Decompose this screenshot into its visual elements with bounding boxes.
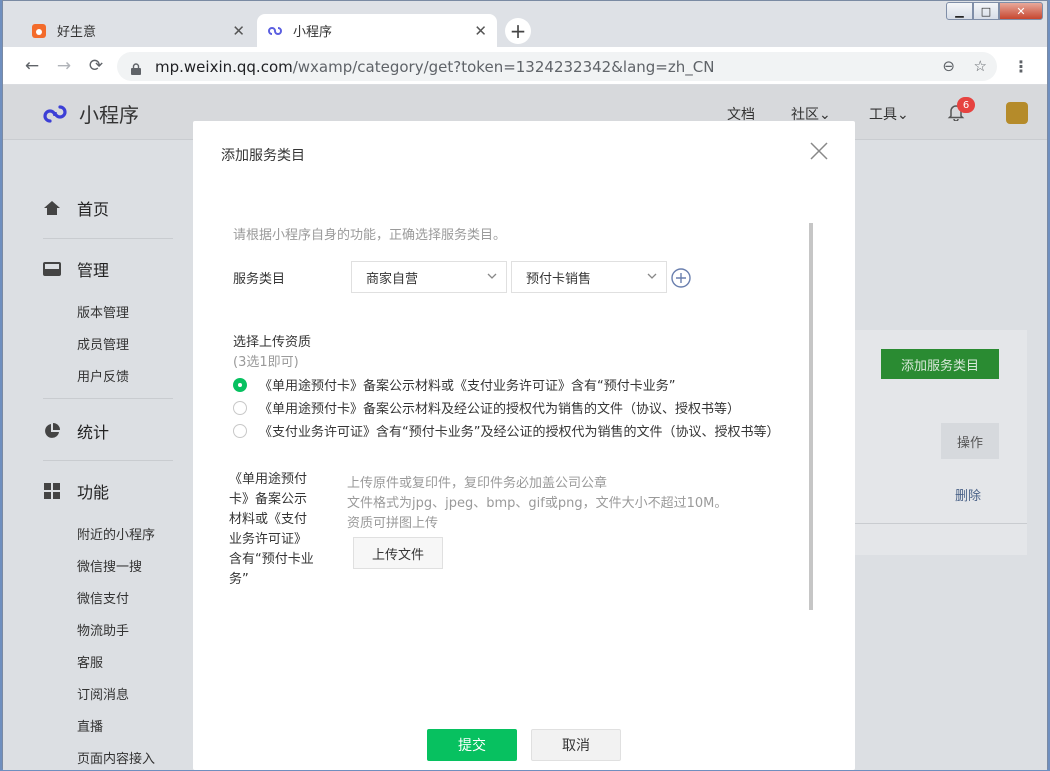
address-bar[interactable]: mp.weixin.qq.com/wxamp/category/get?toke… [117, 52, 997, 81]
window-controls: ▁ □ ✕ [946, 2, 1043, 20]
select-value: 预付卡销售 [526, 271, 592, 287]
sidebar-item-pay[interactable]: 微信支付 [77, 588, 129, 607]
sidebar-item-members[interactable]: 成员管理 [77, 334, 129, 353]
add-category-plus-icon[interactable] [671, 268, 691, 288]
new-tab-button[interactable]: + [505, 18, 531, 44]
page: 小程序 文档 社区⌄ 工具⌄ 6 首页 管理 版本管理 成员管理 用户反馈 统计… [3, 85, 1047, 770]
operation-header: 操作 [941, 423, 999, 459]
category-label: 服务类目 [233, 272, 286, 287]
tab-bar: 好生意 ✕ 小程序 ✕ + ▁ □ ✕ [3, 1, 1047, 47]
upload-file-button[interactable]: 上传文件 [353, 537, 443, 569]
sidebar-divider [43, 460, 173, 461]
zoom-icon[interactable]: ⊖ [942, 57, 955, 75]
inbox-icon [43, 260, 61, 278]
nav-tools[interactable]: 工具⌄ [869, 104, 909, 124]
chevron-down-icon [487, 273, 497, 279]
brand[interactable]: 小程序 [43, 99, 139, 128]
miniprogram-favicon-icon [267, 23, 283, 39]
sidebar-item-label: 统计 [77, 423, 110, 442]
option-label: 《单用途预付卡》备案公示材料及经公证的授权代为销售的文件（协议、授权书等） [259, 402, 741, 417]
radio-icon [233, 400, 247, 415]
qualification-label: 选择上传资质 [233, 335, 312, 350]
upload-note-1: 上传原件或复印件，复印件务必加盖公司公章 [347, 476, 608, 491]
sidebar-item-service[interactable]: 客服 [77, 652, 103, 671]
sidebar-item-version[interactable]: 版本管理 [77, 302, 129, 321]
sidebar-divider [43, 398, 173, 399]
option-label: 《单用途预付卡》备案公示材料或《支付业务许可证》含有“预付卡业务” [259, 379, 676, 394]
reload-button[interactable]: ⟳ [85, 55, 107, 77]
table-divider [839, 523, 1027, 524]
back-button[interactable]: ← [21, 55, 43, 77]
dialog-title: 添加服务类目 [221, 148, 305, 164]
option-label: 《支付业务许可证》含有“预付卡业务”及经公证的授权代为销售的文件（协议、授权书等… [259, 425, 780, 440]
maximize-button[interactable]: □ [973, 2, 999, 20]
document-name: 《单用途预付卡》备案公示材料或《支付业务许可证》含有“预付卡业务” [229, 472, 314, 587]
sidebar: 首页 管理 版本管理 成员管理 用户反馈 统计 功能 附近的小程序 微信搜一搜 … [3, 140, 193, 770]
pie-chart-icon [43, 422, 61, 440]
upload-note-2: 文件格式为jpg、jpeg、bmp、gif或png，文件大小不超过10M。 [347, 496, 728, 511]
brand-name: 小程序 [79, 103, 139, 127]
tab-close-icon[interactable]: ✕ [474, 22, 487, 40]
notification-badge: 6 [957, 97, 975, 113]
primary-category-select[interactable]: 商家自营 [351, 261, 507, 293]
select-value: 商家自营 [366, 271, 419, 287]
sidebar-item-nearby[interactable]: 附近的小程序 [77, 524, 155, 543]
radio-selected-icon [233, 377, 247, 392]
url-host: mp.weixin.qq.com [155, 57, 293, 76]
sidebar-item-feedback[interactable]: 用户反馈 [77, 366, 129, 385]
sidebar-item-live[interactable]: 直播 [77, 716, 103, 735]
qualification-note: (3选1即可) [233, 355, 299, 370]
dialog-scrollbar[interactable] [809, 223, 813, 610]
cancel-button[interactable]: 取消 [531, 729, 621, 761]
chevron-down-icon [647, 273, 657, 279]
submit-button[interactable]: 提交 [427, 729, 517, 761]
qualification-option-3[interactable]: 《支付业务许可证》含有“预付卡业务”及经公证的授权代为销售的文件（协议、授权书等… [233, 421, 779, 440]
dialog-hint: 请根据小程序自身的功能，正确选择服务类目。 [233, 228, 507, 243]
sidebar-divider [43, 238, 173, 239]
home-icon [43, 199, 61, 217]
sidebar-item-label: 管理 [77, 261, 110, 280]
lock-icon [131, 61, 141, 75]
haoshengyi-favicon-icon [31, 23, 47, 39]
qualification-option-2[interactable]: 《单用途预付卡》备案公示材料及经公证的授权代为销售的文件（协议、授权书等） [233, 398, 740, 417]
close-window-button[interactable]: ✕ [999, 2, 1043, 20]
radio-icon [233, 423, 247, 438]
sidebar-item-home[interactable]: 首页 [43, 196, 109, 220]
tab-miniprogram[interactable]: 小程序 ✕ [257, 14, 497, 47]
sidebar-item-search[interactable]: 微信搜一搜 [77, 556, 142, 575]
delete-link[interactable]: 删除 [955, 485, 981, 504]
sidebar-item-logistics[interactable]: 物流助手 [77, 620, 129, 639]
grid-icon [43, 482, 61, 500]
sidebar-item-features[interactable]: 功能 [43, 479, 109, 503]
sidebar-item-manage[interactable]: 管理 [43, 257, 109, 281]
browser-menu-icon[interactable]: ⋮ [1013, 57, 1029, 76]
tab-title: 小程序 [293, 25, 333, 40]
tab-title: 好生意 [57, 25, 97, 40]
tab-haoshengyi[interactable]: 好生意 ✕ [21, 14, 255, 47]
add-category-button[interactable]: 添加服务类目 [881, 349, 999, 379]
sidebar-item-subscribe[interactable]: 订阅消息 [77, 684, 129, 703]
sidebar-item-label: 功能 [77, 483, 110, 502]
url-path: /wxamp/category/get?token=1324232342&lan… [292, 57, 715, 76]
add-category-dialog: 添加服务类目 请根据小程序自身的功能，正确选择服务类目。 服务类目 商家自营 预… [193, 121, 855, 770]
close-icon[interactable] [809, 141, 829, 161]
qualification-option-1[interactable]: 《单用途预付卡》备案公示材料或《支付业务许可证》含有“预付卡业务” [233, 375, 675, 394]
miniprogram-logo-icon [43, 104, 67, 123]
secondary-category-select[interactable]: 预付卡销售 [511, 261, 667, 293]
bookmark-star-icon[interactable]: ☆ [974, 57, 987, 75]
avatar[interactable] [1006, 102, 1028, 124]
sidebar-item-stats[interactable]: 统计 [43, 419, 109, 443]
browser-window: 好生意 ✕ 小程序 ✕ + ▁ □ ✕ ← → ⟳ mp.weixin.qq.c… [2, 0, 1048, 770]
sidebar-item-label: 首页 [77, 200, 110, 219]
minimize-button[interactable]: ▁ [946, 2, 973, 20]
browser-toolbar: ← → ⟳ mp.weixin.qq.com/wxamp/category/ge… [3, 47, 1047, 85]
upload-note-3: 资质可拼图上传 [347, 516, 439, 531]
forward-button[interactable]: → [53, 55, 75, 77]
sidebar-item-content[interactable]: 页面内容接入 [77, 748, 155, 767]
tab-close-icon[interactable]: ✕ [232, 22, 245, 40]
